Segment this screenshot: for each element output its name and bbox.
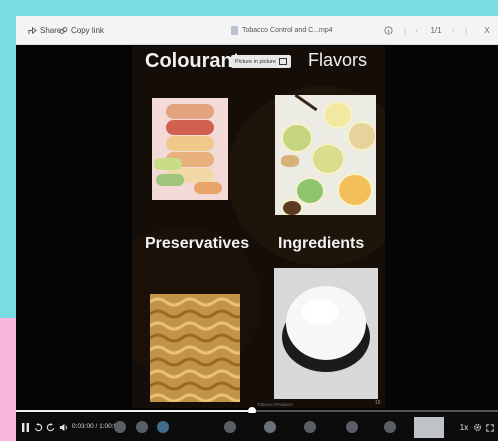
macaron-shape (194, 182, 222, 194)
thumbnail-strip-item[interactable] (224, 421, 236, 433)
flavor-bowl (281, 123, 313, 153)
gear-icon (473, 423, 482, 432)
first-page-icon: | (403, 25, 407, 35)
flavor-bowl (337, 173, 373, 207)
settings-button[interactable] (473, 422, 482, 433)
info-button[interactable] (382, 24, 394, 36)
picture-in-picture-button[interactable]: Picture in picture (231, 55, 291, 68)
info-icon (383, 25, 393, 35)
thumbnail-strip-image[interactable] (414, 417, 444, 438)
slide-footer-text: Tobacco Products (257, 402, 293, 407)
flavor-bowl (281, 199, 303, 215)
flavor-bowl (311, 143, 345, 175)
macaron-shape (154, 158, 182, 170)
page-indicator: 1/1 (430, 25, 442, 35)
file-title: Tobacco Control and C...mp4 (231, 23, 333, 37)
macaron-shape (166, 104, 214, 119)
playback-speed-button[interactable]: 1x (459, 422, 469, 433)
share-icon (28, 26, 37, 34)
flour-highlight (302, 300, 338, 324)
share-button[interactable]: Share (28, 23, 61, 37)
last-page-button[interactable]: | (462, 24, 470, 36)
volume-button[interactable] (58, 422, 68, 433)
seek-bar[interactable] (16, 407, 498, 415)
fullscreen-button[interactable] (485, 422, 494, 433)
thumbnail-strip-item[interactable] (114, 421, 126, 433)
background-pink-strip (0, 318, 16, 441)
thumbnail-strip-item[interactable] (304, 421, 316, 433)
picture-in-picture-icon (278, 58, 287, 65)
copy-link-button[interactable]: Copy link (59, 23, 104, 37)
pause-button[interactable] (21, 422, 30, 433)
close-button[interactable]: X (482, 24, 492, 36)
file-title-text: Tobacco Control and C...mp4 (242, 26, 333, 34)
last-page-icon: | (464, 25, 468, 35)
vanilla-pod (294, 95, 318, 112)
forward-icon (46, 423, 54, 432)
macaron-shape (166, 136, 214, 151)
rewind-button[interactable] (33, 422, 43, 433)
pause-icon (22, 423, 29, 432)
video-viewer-window: Share Copy link Tobacco Control and C...… (16, 16, 498, 441)
forward-button[interactable] (45, 422, 55, 433)
flour-photo (274, 268, 378, 399)
thumbnail-strip-item[interactable] (157, 421, 169, 433)
flavors-photo (275, 95, 376, 215)
expand-icon (485, 423, 494, 432)
noodles-photo (150, 294, 240, 402)
close-icon: X (484, 25, 490, 35)
heading-flavors: Flavors (308, 50, 368, 70)
flavor-bowl (347, 121, 376, 151)
presentation-slide: Colourants Flavors Picture in picture Pr… (132, 46, 385, 408)
top-toolbar: Share Copy link Tobacco Control and C...… (16, 16, 498, 45)
picture-in-picture-label: Picture in picture (235, 58, 276, 65)
link-icon (59, 26, 68, 34)
macaron-shape (166, 120, 214, 135)
thumbnail-strip-item[interactable] (136, 421, 148, 433)
noodle-pattern (150, 297, 240, 402)
heading-preservatives: Preservatives (145, 235, 250, 252)
flavor-bowl (323, 101, 353, 129)
thumbnail-strip-item[interactable] (346, 421, 358, 433)
previous-page-icon: ‹ (415, 25, 419, 35)
thumbnail-strip-item[interactable] (264, 421, 276, 433)
heading-ingredients: Ingredients (278, 235, 365, 252)
video-file-icon (231, 25, 238, 35)
next-page-button[interactable]: › (449, 24, 457, 36)
thumbnail-strip-item[interactable] (384, 421, 396, 433)
ginger-root (281, 155, 299, 167)
previous-page-button[interactable]: ‹ (413, 24, 421, 36)
rewind-icon (34, 423, 42, 432)
seek-bar-played (16, 410, 253, 412)
next-page-icon: › (451, 25, 455, 35)
copy-link-label: Copy link (71, 25, 104, 35)
volume-icon (59, 423, 67, 432)
macaron-shape (156, 174, 184, 186)
player-controls: 0:03:00 / 1:00:05 1x (16, 413, 498, 441)
slide-page-number: 15 (375, 400, 381, 406)
macarons-photo (152, 98, 228, 200)
playback-speed-label: 1x (459, 423, 469, 432)
first-page-button[interactable]: | (401, 24, 409, 36)
